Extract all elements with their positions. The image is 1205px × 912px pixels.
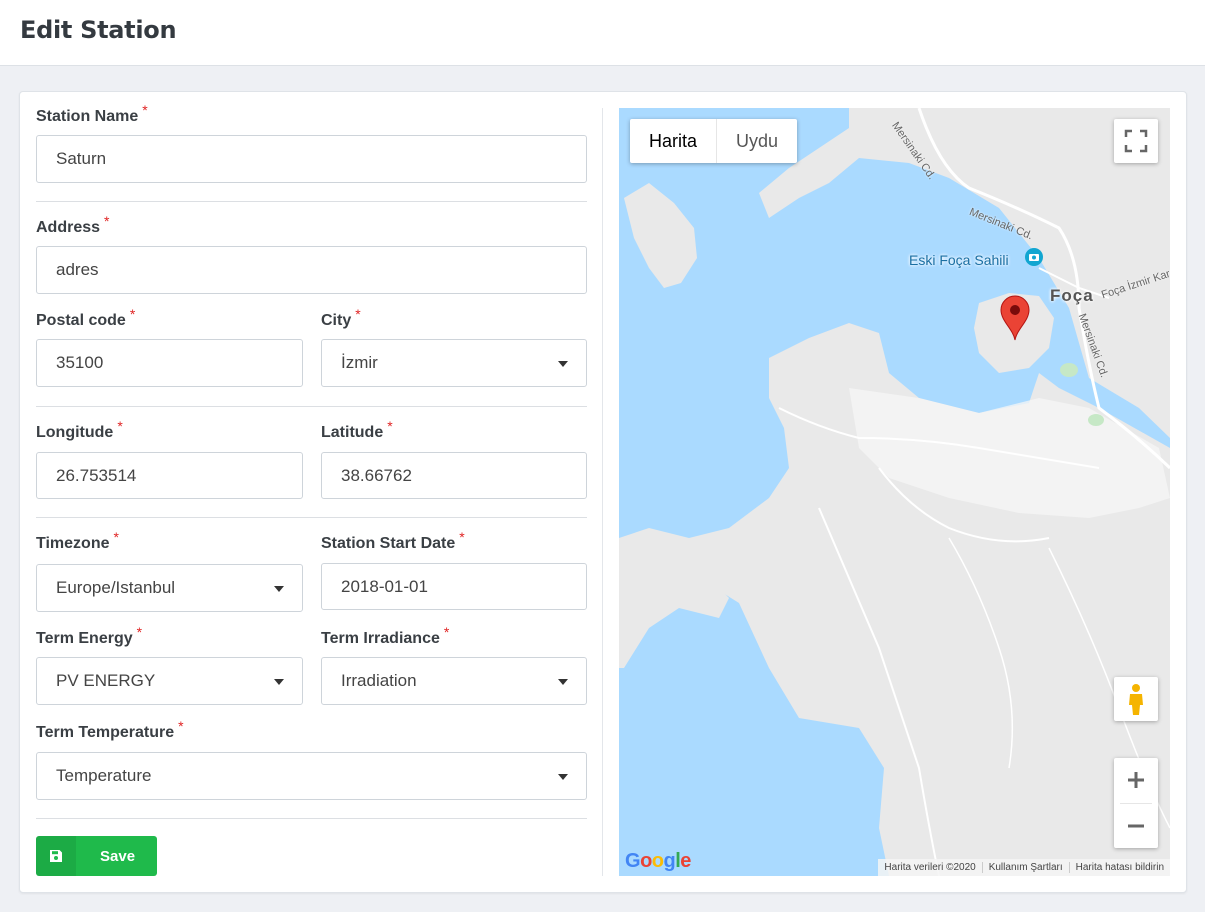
required-mark: * [443, 624, 450, 640]
term-irradiance-select[interactable]: Irradiation [321, 657, 587, 705]
divider [36, 818, 587, 819]
page-header: Edit Station [0, 0, 1205, 66]
required-mark: * [104, 213, 110, 229]
term-energy-label: Term Energy * [36, 624, 143, 647]
postal-code-input[interactable]: 35100 [36, 339, 303, 387]
divider [36, 201, 587, 202]
postal-code-label: Postal code * [36, 306, 136, 329]
required-mark: * [355, 306, 361, 322]
location-marker-icon[interactable] [1000, 295, 1030, 341]
street-view-pegman[interactable] [1114, 677, 1158, 721]
zoom-control [1114, 758, 1158, 848]
address-input[interactable]: adres [36, 246, 587, 294]
address-label: Address * [36, 213, 110, 236]
map-type-control: Harita Uydu [630, 119, 798, 163]
pegman-icon [1129, 684, 1143, 715]
map-base-layer [619, 108, 1170, 876]
map-footer: Harita verileri ©2020 Kullanım Şartları … [878, 859, 1170, 876]
city-select[interactable]: İzmir [321, 339, 587, 387]
term-irradiance-label: Term Irradiance * [321, 624, 450, 647]
required-mark: * [142, 102, 148, 118]
map-type-uydu[interactable]: Uydu [717, 119, 797, 163]
map-view[interactable]: Harita Uydu Mersinaki Cd. Mersinaki Cd. … [619, 108, 1170, 876]
terms-link[interactable]: Kullanım Şartları [981, 862, 1069, 873]
report-error-link[interactable]: Harita hatası bildirin [1068, 862, 1170, 873]
minus-icon [1128, 824, 1144, 828]
camera-pin-icon [1025, 248, 1043, 266]
longitude-label: Longitude * [36, 418, 123, 441]
save-button[interactable]: Save [36, 836, 157, 876]
latitude-label: Latitude * [321, 418, 393, 441]
plus-icon [1128, 772, 1144, 788]
start-date-label: Station Start Date * [321, 529, 465, 552]
city-label: Foça [1050, 286, 1094, 305]
map-data-attribution: Harita verileri ©2020 [884, 862, 976, 873]
term-energy-select[interactable]: PV ENERGY [36, 657, 303, 705]
required-mark: * [459, 529, 465, 545]
page-title: Edit Station [20, 16, 177, 44]
zoom-in-button[interactable] [1114, 758, 1158, 803]
vertical-divider [602, 108, 603, 876]
google-logo: Google [625, 850, 691, 872]
floppy-disk-icon [36, 836, 76, 876]
station-name-input[interactable]: Saturn [36, 135, 587, 183]
required-mark: * [178, 718, 184, 734]
longitude-input[interactable]: 26.753514 [36, 452, 303, 499]
term-temperature-select[interactable]: Temperature [36, 752, 587, 800]
divider [36, 406, 587, 407]
city-label: City * [321, 306, 361, 329]
required-mark: * [136, 624, 143, 640]
place-label: Eski Foça Sahili [909, 252, 1009, 268]
required-mark: * [387, 418, 393, 434]
term-temperature-label: Term Temperature * [36, 718, 184, 741]
latitude-input[interactable]: 38.66762 [321, 452, 587, 499]
map-type-harita[interactable]: Harita [630, 119, 716, 163]
timezone-label: Timezone * [36, 529, 119, 552]
fullscreen-button[interactable] [1114, 119, 1158, 163]
required-mark: * [117, 418, 123, 434]
start-date-input[interactable]: 2018-01-01 [321, 563, 587, 610]
timezone-select[interactable]: Europe/Istanbul [36, 564, 303, 612]
save-label: Save [100, 848, 136, 865]
required-mark: * [129, 306, 136, 322]
zoom-out-button[interactable] [1114, 803, 1158, 848]
divider [36, 517, 587, 518]
required-mark: * [113, 529, 119, 545]
fullscreen-icon [1124, 129, 1148, 153]
station-name-label: Station Name * [36, 102, 148, 125]
